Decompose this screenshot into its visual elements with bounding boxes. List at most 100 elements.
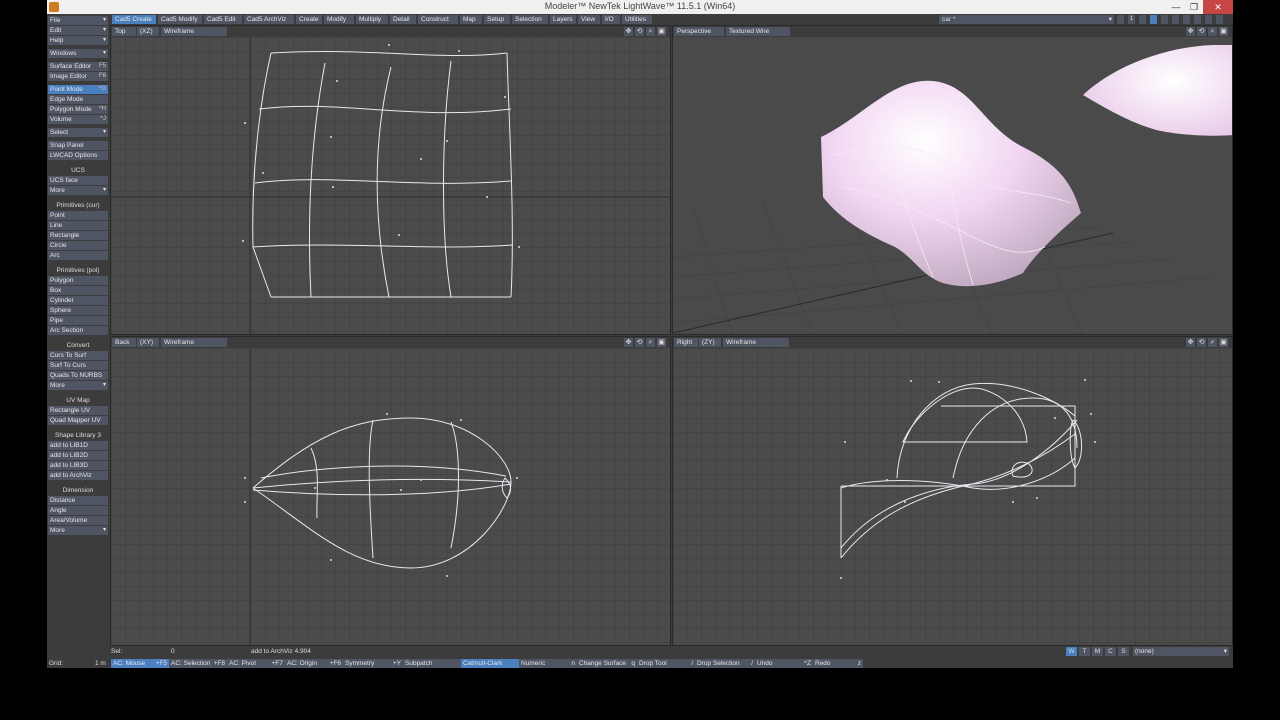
sidebar-item-area-volume[interactable]: Area/Volume [48, 516, 108, 525]
viewport-canvas[interactable] [111, 348, 670, 645]
zoom-view-icon[interactable]: ⌕ [1208, 27, 1217, 36]
sidebar-item-add-to-archviz[interactable]: add to ArchViz [48, 471, 108, 480]
move-view-icon[interactable]: ✥ [624, 27, 633, 36]
sidebar-item-more[interactable]: More ▾ [48, 526, 108, 535]
move-view-icon[interactable]: ✥ [624, 338, 633, 347]
view-type-select[interactable]: Top [112, 27, 136, 36]
tab-cad5-modify[interactable]: Cad5 Modify [158, 15, 202, 24]
rotate-view-icon[interactable]: ⟲ [1197, 338, 1206, 347]
status-button-change-surface[interactable]: Change Surface q [577, 659, 637, 668]
sidebar-item-help[interactable]: Help ▾ [48, 36, 108, 45]
sidebar-item-snap-panel[interactable]: Snap Panel [48, 141, 108, 150]
sidebar-item-box[interactable]: Box [48, 286, 108, 295]
sidebar-item-edge-mode[interactable]: Edge Mode [48, 95, 108, 104]
sidebar-item-add-to-lib3d[interactable]: add to LIB3D [48, 461, 108, 470]
status-button-ac-selection[interactable]: AC: Selection +F8 [169, 659, 227, 668]
tab-detail[interactable]: Detail [390, 15, 416, 24]
sidebar-item-more[interactable]: More ▾ [48, 381, 108, 390]
sidebar-item-add-to-lib1d[interactable]: add to LIB1D [48, 441, 108, 450]
tab-cad5-archviz[interactable]: Cad5 ArchViz [244, 15, 294, 24]
layer-button[interactable] [1139, 15, 1146, 24]
move-view-icon[interactable]: ✥ [1186, 338, 1195, 347]
maximize-view-icon[interactable]: ▣ [657, 27, 666, 36]
display-toggle-s[interactable]: S [1118, 647, 1129, 656]
render-mode-select[interactable]: Textured Wire [726, 27, 790, 36]
layer-button[interactable] [1161, 15, 1168, 24]
viewport-canvas[interactable] [673, 37, 1232, 334]
display-toggle-c[interactable]: C [1105, 647, 1116, 656]
tab-create[interactable]: Create [296, 15, 322, 24]
view-type-select[interactable]: Right [674, 338, 698, 347]
rotate-view-icon[interactable]: ⟲ [1197, 27, 1206, 36]
layer-button[interactable] [1216, 15, 1223, 24]
maximize-view-icon[interactable]: ▣ [657, 338, 666, 347]
sidebar-item-windows[interactable]: Windows ▾ [48, 49, 108, 58]
tab-modify[interactable]: Modify [324, 15, 354, 24]
render-mode-select[interactable]: Wireframe [161, 27, 227, 36]
sidebar-item-surface-editor[interactable]: Surface Editor F5 [48, 62, 108, 71]
status-button-numeric[interactable]: Numeric n [519, 659, 577, 668]
view-axis-select[interactable]: (XY) [137, 338, 159, 347]
sidebar-item-curs-to-surf[interactable]: Curs To Surf [48, 351, 108, 360]
tab-cad5-edit[interactable]: Cad5 Edit [204, 15, 242, 24]
close-button[interactable]: ✕ [1203, 0, 1233, 14]
rotate-view-icon[interactable]: ⟲ [635, 338, 644, 347]
sidebar-item-lwcad-options[interactable]: LWCAD Options [48, 151, 108, 160]
viewport-canvas[interactable] [673, 348, 1232, 645]
sidebar-item-point[interactable]: Point [48, 211, 108, 220]
status-button-redo[interactable]: Redo z [813, 659, 863, 668]
display-toggle-t[interactable]: T [1079, 647, 1090, 656]
status-button-drop-tool[interactable]: Drop Tool / [637, 659, 695, 668]
layer-button[interactable]: 1 [1128, 15, 1135, 24]
layer-button[interactable] [1150, 15, 1157, 24]
tab-cad5-create[interactable]: Cad5 Create [112, 15, 156, 24]
tab-setup[interactable]: Setup [484, 15, 510, 24]
sidebar-item-quads-to-nurbs[interactable]: Quads To NURBS [48, 371, 108, 380]
tab-i-o[interactable]: I/O [602, 15, 620, 24]
status-button-ac-pivot[interactable]: AC: Pivot +F7 [227, 659, 285, 668]
tab-map[interactable]: Map [460, 15, 482, 24]
view-axis-select[interactable]: (XZ) [137, 27, 159, 36]
zoom-view-icon[interactable]: ⌕ [1208, 338, 1217, 347]
view-type-select[interactable]: Perspective [674, 27, 724, 36]
status-button-subpatch[interactable]: Subpatch [403, 659, 461, 668]
rotate-view-icon[interactable]: ⟲ [635, 27, 644, 36]
view-type-select[interactable]: Back [112, 338, 136, 347]
surface-select[interactable]: (none) ▾ [1133, 647, 1229, 656]
tab-selection[interactable]: Selection [512, 15, 548, 24]
status-button-catmull-clark[interactable]: Catmull-Clark [461, 659, 519, 668]
render-mode-select[interactable]: Wireframe [723, 338, 789, 347]
sidebar-item-polygon[interactable]: Polygon [48, 276, 108, 285]
viewport-top[interactable]: Top (XZ) Wireframe ✥ ⟲ ⌕ ▣ [110, 25, 671, 335]
layer-button[interactable] [1117, 15, 1124, 24]
sidebar-item-select[interactable]: Select ▾ [48, 128, 108, 137]
layer-button[interactable] [1183, 15, 1190, 24]
layer-button[interactable] [1194, 15, 1201, 24]
maximize-view-icon[interactable]: ▣ [1219, 338, 1228, 347]
sidebar-item-surf-to-curs[interactable]: Surf To Curs [48, 361, 108, 370]
sidebar-item-quad-mapper-uv[interactable]: Quad Mapper UV [48, 416, 108, 425]
maximize-button[interactable]: ❐ [1183, 0, 1205, 14]
sidebar-item-edit[interactable]: Edit ▾ [48, 26, 108, 35]
sidebar-item-ucs-face[interactable]: UCS face [48, 176, 108, 185]
status-button-ac-mouse[interactable]: AC: Mouse +F5 [111, 659, 169, 668]
sidebar-item-polygon-mode[interactable]: Polygon Mode ^H [48, 105, 108, 114]
sidebar-item-rectangle-uv[interactable]: Rectangle UV [48, 406, 108, 415]
viewport-perspective[interactable]: Perspective Textured Wire ✥ ⟲ ⌕ ▣ [672, 25, 1233, 335]
layer-button[interactable] [1205, 15, 1212, 24]
object-selector[interactable]: car * ▾ [939, 15, 1114, 24]
move-view-icon[interactable]: ✥ [1186, 27, 1195, 36]
sidebar-item-distance[interactable]: Distance [48, 496, 108, 505]
zoom-view-icon[interactable]: ⌕ [646, 338, 655, 347]
sidebar-item-pipe[interactable]: Pipe [48, 316, 108, 325]
layer-button[interactable] [1172, 15, 1179, 24]
tab-view[interactable]: View [578, 15, 600, 24]
sidebar-item-line[interactable]: Line [48, 221, 108, 230]
viewport-back[interactable]: Back (XY) Wireframe ✥ ⟲ ⌕ ▣ [110, 336, 671, 646]
sidebar-item-angle[interactable]: Angle [48, 506, 108, 515]
sidebar-item-point-mode[interactable]: Point Mode ^G [48, 85, 108, 94]
maximize-view-icon[interactable]: ▣ [1219, 27, 1228, 36]
viewport-canvas[interactable] [111, 37, 670, 334]
sidebar-item-image-editor[interactable]: Image Editor F6 [48, 72, 108, 81]
display-toggle-w[interactable]: W [1066, 647, 1077, 656]
